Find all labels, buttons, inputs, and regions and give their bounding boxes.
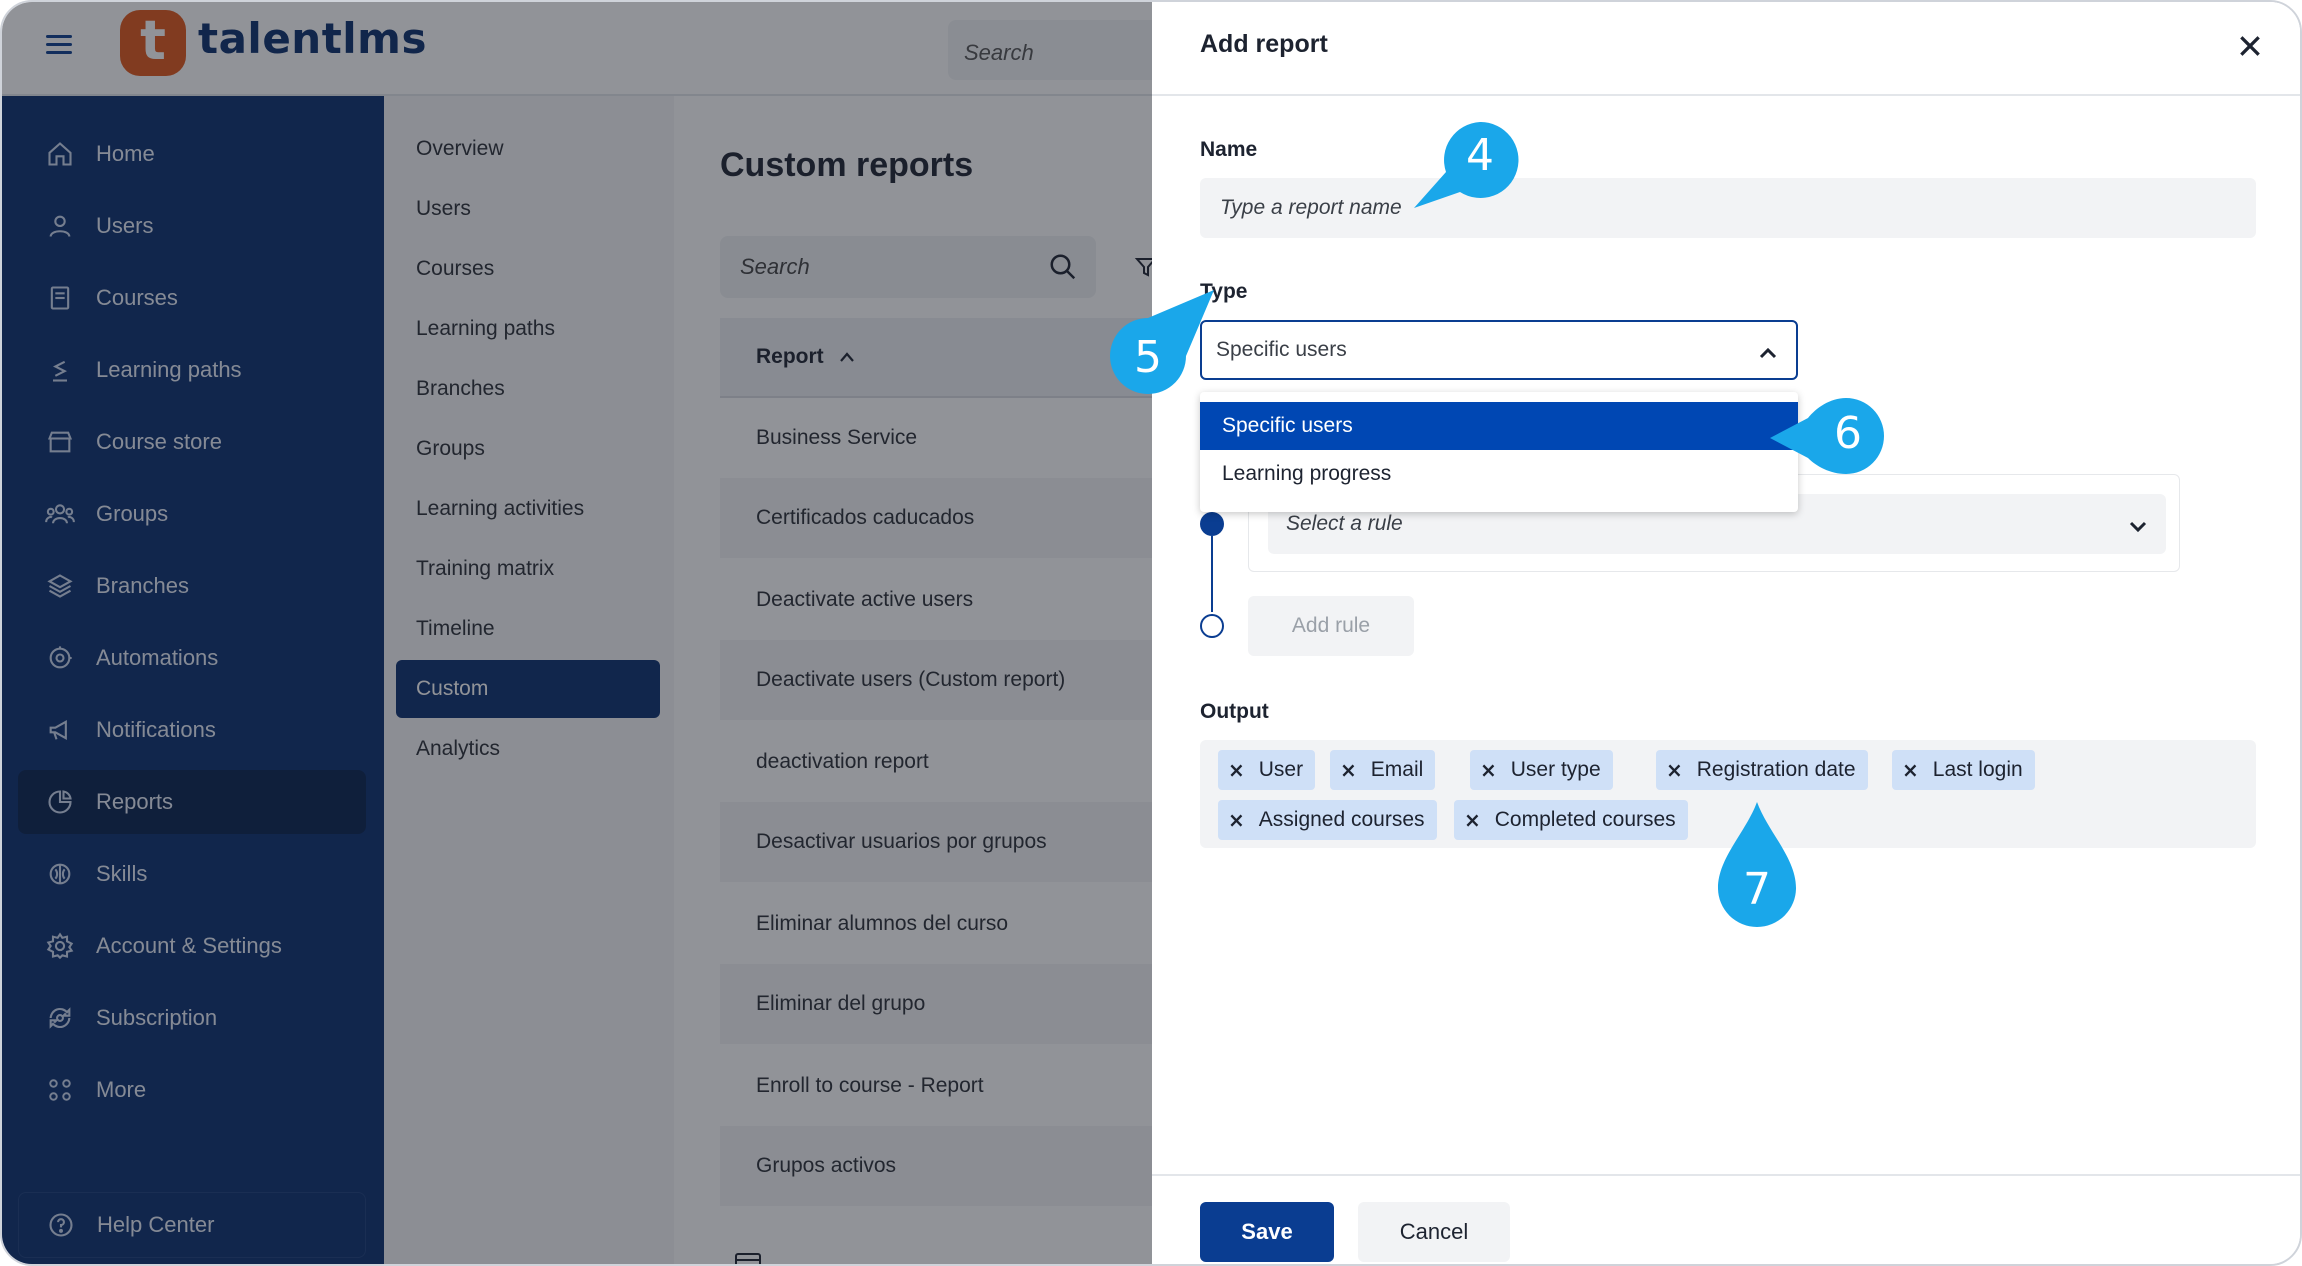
remove-tag-icon[interactable]: × xyxy=(1464,808,1481,832)
callout-number: 4 xyxy=(1466,130,1494,181)
chevron-up-icon[interactable] xyxy=(1758,342,1778,366)
output-tag-label: Assigned courses xyxy=(1258,808,1425,831)
type-dropdown-menu: Specific users Learning progress xyxy=(1200,392,1798,512)
remove-tag-icon[interactable]: × xyxy=(1666,758,1683,782)
remove-tag-icon[interactable]: × xyxy=(1902,758,1919,782)
output-tag-completed-courses[interactable]: × Completed courses xyxy=(1454,800,1688,840)
rule-select-placeholder: Select a rule xyxy=(1286,512,1403,535)
output-label: Output xyxy=(1200,700,1269,723)
cancel-button[interactable]: Cancel xyxy=(1358,1202,1510,1262)
remove-tag-icon[interactable]: × xyxy=(1228,808,1245,832)
add-rule-button[interactable]: Add rule xyxy=(1248,596,1414,656)
callout-5: 5 xyxy=(1104,288,1216,398)
callout-number: 5 xyxy=(1134,332,1162,383)
drawer-header: Add report xyxy=(1152,2,2300,96)
app-window: t talentlms Search Home Users Courses Le… xyxy=(0,0,2302,1266)
output-tag-email[interactable]: × Email xyxy=(1330,750,1436,790)
rule-step-connector xyxy=(1211,536,1213,612)
output-tag-label: Registration date xyxy=(1696,758,1856,781)
callout-7: 7 xyxy=(1716,802,1798,928)
output-tag-label: User xyxy=(1258,758,1304,781)
rule-step-empty-dot xyxy=(1200,614,1224,638)
drawer-title: Add report xyxy=(1200,30,1328,58)
callout-number: 7 xyxy=(1743,864,1771,915)
chevron-down-icon[interactable] xyxy=(2128,516,2148,540)
add-report-drawer: Add report Name Type a report name Type … xyxy=(1152,2,2300,1264)
remove-tag-icon[interactable]: × xyxy=(1480,758,1497,782)
output-tag-label: User type xyxy=(1510,758,1601,781)
remove-tag-icon[interactable]: × xyxy=(1340,758,1357,782)
save-button[interactable]: Save xyxy=(1200,1202,1334,1262)
output-tag-label: Completed courses xyxy=(1494,808,1676,831)
callout-4: 4 xyxy=(1412,121,1522,218)
type-option-learning-progress[interactable]: Learning progress xyxy=(1200,450,1798,498)
output-tag-registration-date[interactable]: × Registration date xyxy=(1656,750,1868,790)
output-tag-user[interactable]: × User xyxy=(1218,750,1316,790)
callout-6: 6 xyxy=(1770,394,1888,478)
output-tag-label: Email xyxy=(1370,758,1424,781)
type-selected-value: Specific users xyxy=(1216,338,1347,361)
modal-backdrop[interactable] xyxy=(2,2,1152,1264)
report-name-input[interactable]: Type a report name xyxy=(1200,178,2256,238)
name-label: Name xyxy=(1200,138,1258,161)
close-icon[interactable] xyxy=(2230,26,2270,66)
type-select[interactable]: Specific users xyxy=(1200,320,1798,380)
output-tag-user-type[interactable]: × User type xyxy=(1470,750,1613,790)
rule-step-dot xyxy=(1200,512,1224,536)
remove-tag-icon[interactable]: × xyxy=(1228,758,1245,782)
output-tag-assigned-courses[interactable]: × Assigned courses xyxy=(1218,800,1437,840)
type-option-specific-users[interactable]: Specific users xyxy=(1200,402,1798,450)
output-tag-label: Last login xyxy=(1932,758,2023,781)
drawer-footer: Save Cancel xyxy=(1152,1174,2300,1264)
output-tag-last-login[interactable]: × Last login xyxy=(1892,750,2035,790)
callout-number: 6 xyxy=(1834,408,1862,459)
